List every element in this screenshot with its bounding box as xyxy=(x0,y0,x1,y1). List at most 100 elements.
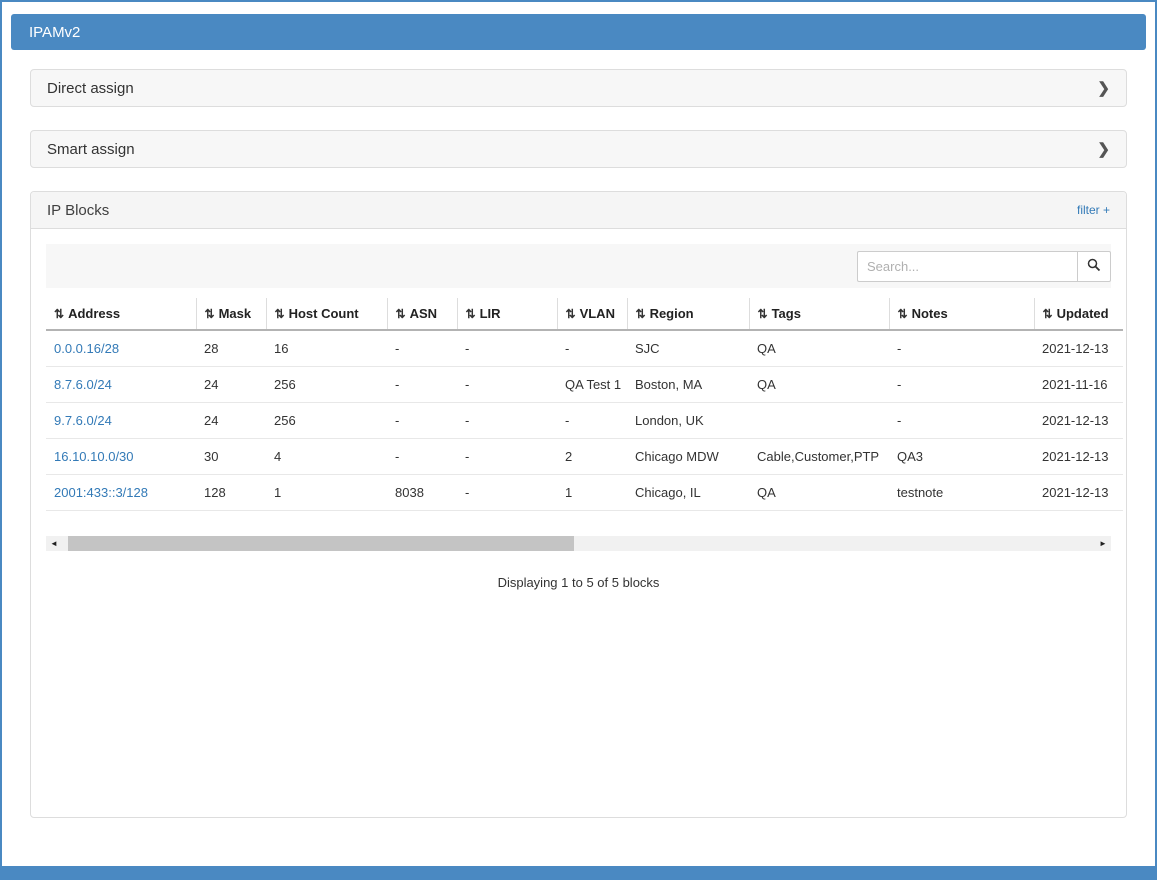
cell-tags: QA xyxy=(749,475,889,511)
ip-blocks-table: ⇅Address⇅Mask⇅Host Count⇅ASN⇅LIR⇅VLAN⇅Re… xyxy=(46,298,1123,511)
cell-lir: - xyxy=(457,403,557,439)
column-label: ASN xyxy=(410,306,437,321)
address-link[interactable]: 16.10.10.0/30 xyxy=(54,449,134,464)
table-toolbar xyxy=(46,244,1111,288)
cell-tags xyxy=(749,403,889,439)
column-header-notes[interactable]: ⇅Notes xyxy=(889,298,1034,330)
search-button[interactable] xyxy=(1077,251,1111,282)
search-input[interactable] xyxy=(857,251,1077,282)
cell-updated: 2021-11-16 xyxy=(1034,367,1123,403)
cell-address: 9.7.6.0/24 xyxy=(46,403,196,439)
address-link[interactable]: 9.7.6.0/24 xyxy=(54,413,112,428)
cell-vlan: - xyxy=(557,403,627,439)
app-title: IPAMv2 xyxy=(29,24,80,41)
column-header-address[interactable]: ⇅Address xyxy=(46,298,196,330)
cell-vlan: 1 xyxy=(557,475,627,511)
cell-notes: - xyxy=(889,403,1034,439)
smart-assign-panel[interactable]: Smart assign ❯ xyxy=(30,130,1127,168)
horizontal-scrollbar[interactable]: ◄ ► xyxy=(46,536,1111,551)
scroll-right-arrow-icon[interactable]: ► xyxy=(1095,536,1111,551)
cell-asn: - xyxy=(387,439,457,475)
cell-updated: 2021-12-13 xyxy=(1034,330,1123,367)
ip-blocks-header: IP Blocks filter + xyxy=(31,192,1126,229)
sort-icon: ⇅ xyxy=(758,307,768,321)
chevron-right-icon: ❯ xyxy=(1097,79,1110,97)
cell-region: Chicago, IL xyxy=(627,475,749,511)
sort-icon: ⇅ xyxy=(466,307,476,321)
filter-link[interactable]: filter + xyxy=(1077,203,1110,217)
sort-icon: ⇅ xyxy=(898,307,908,321)
cell-asn: 8038 xyxy=(387,475,457,511)
cell-address: 16.10.10.0/30 xyxy=(46,439,196,475)
cell-tags: QA xyxy=(749,367,889,403)
column-label: Region xyxy=(650,306,694,321)
cell-host-count: 4 xyxy=(266,439,387,475)
cell-vlan: 2 xyxy=(557,439,627,475)
cell-asn: - xyxy=(387,367,457,403)
column-header-asn[interactable]: ⇅ASN xyxy=(387,298,457,330)
cell-mask: 28 xyxy=(196,330,266,367)
cell-address: 2001:433::3/128 xyxy=(46,475,196,511)
cell-asn: - xyxy=(387,330,457,367)
cell-mask: 30 xyxy=(196,439,266,475)
ip-blocks-panel: IP Blocks filter + xyxy=(30,191,1127,818)
column-header-updated[interactable]: ⇅ Updated xyxy=(1034,298,1123,330)
cell-address: 0.0.0.16/28 xyxy=(46,330,196,367)
sort-icon: ⇅ xyxy=(1043,307,1053,321)
cell-mask: 128 xyxy=(196,475,266,511)
column-label: Host Count xyxy=(289,306,359,321)
page: IPAMv2 Direct assign ❯ Smart assign ❯ IP… xyxy=(2,2,1155,866)
top-navbar: IPAMv2 xyxy=(11,14,1146,50)
column-header-region[interactable]: ⇅ Region xyxy=(627,298,749,330)
cell-lir: - xyxy=(457,475,557,511)
column-label: Mask xyxy=(219,306,252,321)
table-summary: Displaying 1 to 5 of 5 blocks xyxy=(46,575,1111,590)
address-link[interactable]: 0.0.0.16/28 xyxy=(54,341,119,356)
direct-assign-panel[interactable]: Direct assign ❯ xyxy=(30,69,1127,107)
scrollbar-thumb[interactable] xyxy=(68,536,574,551)
cell-host-count: 1 xyxy=(266,475,387,511)
cell-region: Boston, MA xyxy=(627,367,749,403)
table-row: 16.10.10.0/30304--2Chicago MDWCable,Cust… xyxy=(46,439,1123,475)
table-row: 8.7.6.0/2424256--QA Test 1Boston, MAQA-2… xyxy=(46,367,1123,403)
chevron-right-icon: ❯ xyxy=(1097,140,1110,158)
cell-vlan: QA Test 1 xyxy=(557,367,627,403)
table-row: 0.0.0.16/282816---SJCQA-2021-12-13 xyxy=(46,330,1123,367)
table-row: 2001:433::3/12812818038-1Chicago, ILQAte… xyxy=(46,475,1123,511)
cell-updated: 2021-12-13 xyxy=(1034,403,1123,439)
cell-region: Chicago MDW xyxy=(627,439,749,475)
cell-updated: 2021-12-13 xyxy=(1034,439,1123,475)
sort-icon: ⇅ xyxy=(636,307,646,321)
cell-tags: Cable,Customer,PTP xyxy=(749,439,889,475)
address-link[interactable]: 8.7.6.0/24 xyxy=(54,377,112,392)
cell-region: London, UK xyxy=(627,403,749,439)
column-label: Tags xyxy=(772,306,801,321)
smart-assign-label: Smart assign xyxy=(47,141,135,158)
cell-host-count: 256 xyxy=(266,367,387,403)
cell-asn: - xyxy=(387,403,457,439)
column-label: VLAN xyxy=(580,306,615,321)
scroll-left-arrow-icon[interactable]: ◄ xyxy=(46,536,62,551)
cell-mask: 24 xyxy=(196,367,266,403)
cell-notes: testnote xyxy=(889,475,1034,511)
search-group xyxy=(857,251,1111,282)
address-link[interactable]: 2001:433::3/128 xyxy=(54,485,148,500)
table-row: 9.7.6.0/2424256---London, UK-2021-12-13 xyxy=(46,403,1123,439)
table-header-row: ⇅Address⇅Mask⇅Host Count⇅ASN⇅LIR⇅VLAN⇅Re… xyxy=(46,298,1123,330)
column-label: Updated xyxy=(1057,306,1109,321)
cell-notes: - xyxy=(889,367,1034,403)
cell-address: 8.7.6.0/24 xyxy=(46,367,196,403)
sort-icon: ⇅ xyxy=(54,307,64,321)
cell-tags: QA xyxy=(749,330,889,367)
cell-region: SJC xyxy=(627,330,749,367)
column-header-lir[interactable]: ⇅LIR xyxy=(457,298,557,330)
column-header-vlan[interactable]: ⇅VLAN xyxy=(557,298,627,330)
cell-host-count: 256 xyxy=(266,403,387,439)
column-header-tags[interactable]: ⇅ Tags xyxy=(749,298,889,330)
sort-icon: ⇅ xyxy=(275,307,285,321)
cell-notes: - xyxy=(889,330,1034,367)
column-header-mask[interactable]: ⇅Mask xyxy=(196,298,266,330)
column-header-host-count[interactable]: ⇅ Host Count xyxy=(266,298,387,330)
scrollbar-track[interactable] xyxy=(62,536,1095,551)
direct-assign-label: Direct assign xyxy=(47,80,134,97)
